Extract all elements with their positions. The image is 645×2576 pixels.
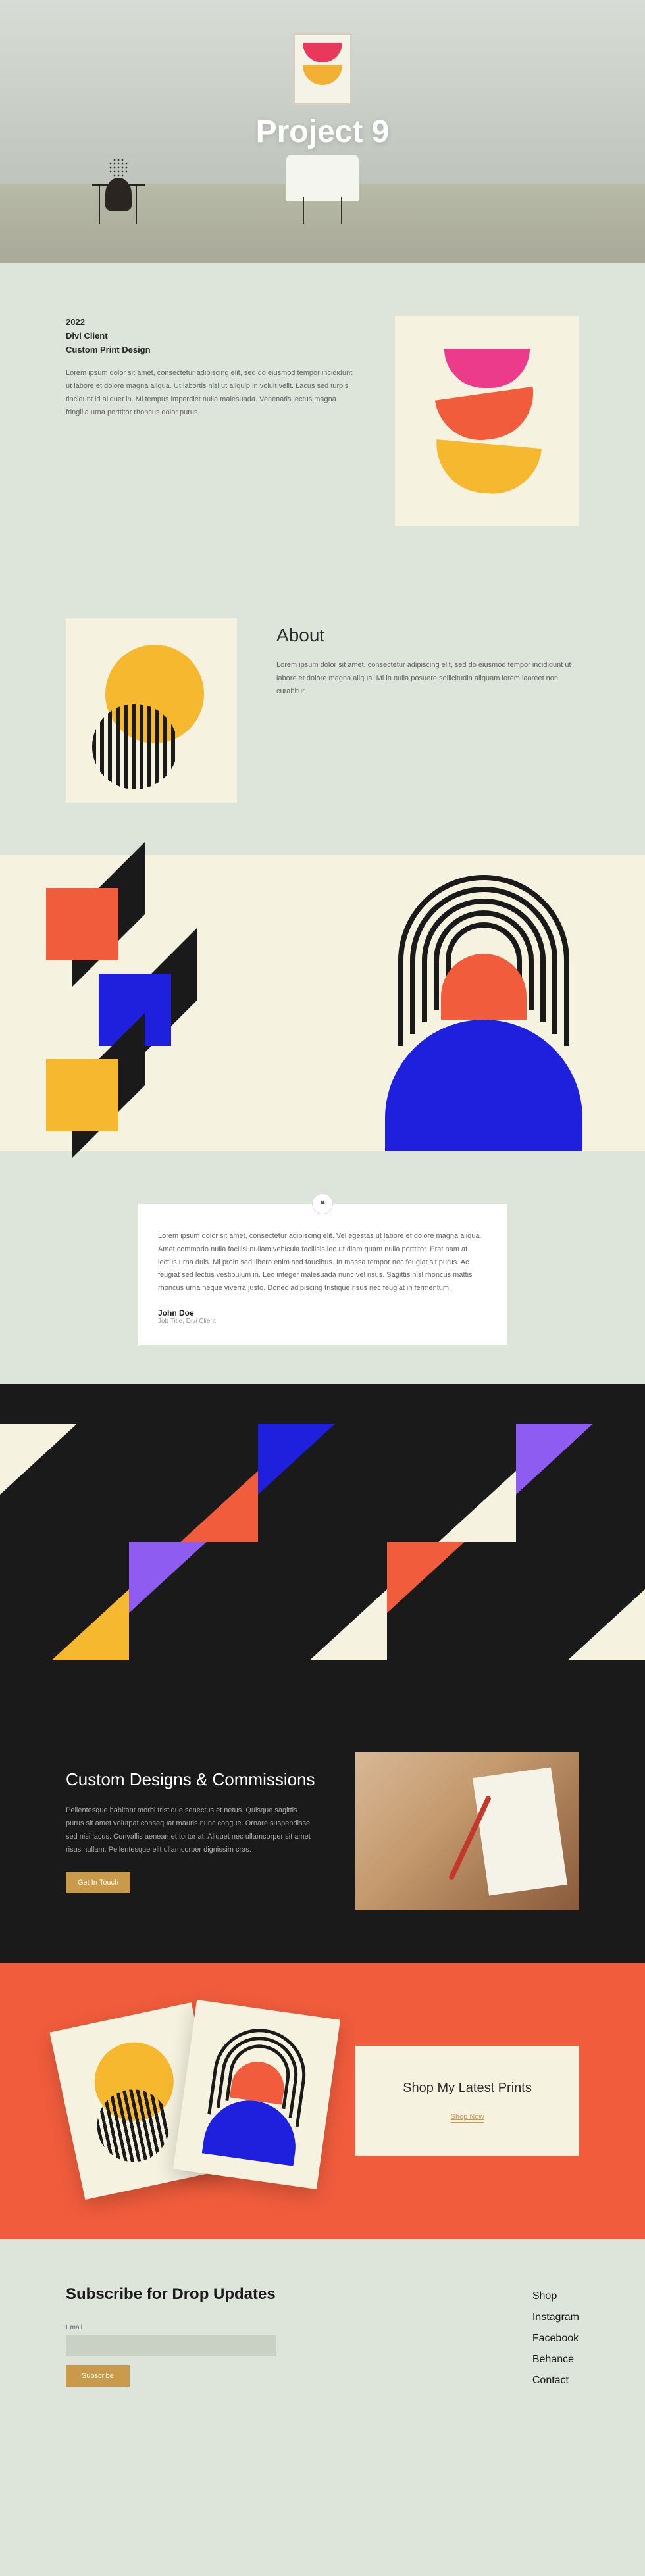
quote-icon: ❝ (312, 1193, 333, 1214)
room-wall-frame (293, 33, 352, 105)
testimonial-body: Lorem ipsum dolor sit amet, consectetur … (158, 1230, 487, 1295)
bowl-shape-yellow (432, 440, 542, 498)
commissions-text: Custom Designs & Commissions Pellentesqu… (66, 1769, 316, 1893)
about-artwork (66, 618, 237, 803)
commissions-body: Pellentesque habitant morbi tristique se… (66, 1804, 316, 1856)
testimonial-author: John Doe (158, 1308, 487, 1318)
subscribe-button[interactable]: Subscribe (66, 2365, 130, 2387)
about-title: About (276, 625, 579, 646)
commissions-section: Custom Designs & Commissions Pellentesqu… (0, 1700, 645, 1963)
shop-now-button[interactable]: Shop Now (451, 2113, 484, 2123)
shop-prints-display (66, 2002, 322, 2200)
artwork-arches (322, 855, 645, 1151)
get-in-touch-button[interactable]: Get In Touch (66, 1872, 130, 1893)
circle-striped (92, 704, 178, 789)
intro-section: 2022 Divi Client Custom Print Design Lor… (0, 263, 645, 579)
footer-link-shop[interactable]: Shop (532, 2291, 579, 2302)
room-vase (105, 178, 132, 211)
page-title: Project 9 (256, 114, 390, 150)
footer-link-facebook[interactable]: Facebook (532, 2333, 579, 2344)
footer-link-contact[interactable]: Contact (532, 2375, 579, 2387)
shop-section: Shop My Latest Prints Shop Now (0, 1963, 645, 2239)
footer-link-behance[interactable]: Behance (532, 2354, 579, 2365)
about-section: About Lorem ipsum dolor sit amet, consec… (0, 579, 645, 855)
shop-title: Shop My Latest Prints (382, 2079, 553, 2097)
about-text-block: About Lorem ipsum dolor sit amet, consec… (276, 618, 579, 698)
footer-link-instagram[interactable]: Instagram (532, 2312, 579, 2323)
hero-section: Project 9 (0, 0, 645, 263)
intro-text-block: 2022 Divi Client Custom Print Design Lor… (66, 316, 355, 420)
about-body: Lorem ipsum dolor sit amet, consectetur … (276, 659, 579, 698)
bowl-shape-orange (435, 387, 539, 446)
shop-card: Shop My Latest Prints Shop Now (355, 2046, 579, 2156)
testimonial-section: ❝ Lorem ipsum dolor sit amet, consectetu… (0, 1151, 645, 1384)
bowl-shape-pink (444, 349, 530, 388)
artwork-cubes (0, 855, 322, 1151)
testimonial-card: ❝ Lorem ipsum dolor sit amet, consectetu… (138, 1204, 507, 1345)
pattern-section (0, 1384, 645, 1700)
commissions-title: Custom Designs & Commissions (66, 1769, 316, 1791)
pattern-grid (0, 1424, 645, 1660)
intro-year: 2022 (66, 316, 355, 330)
email-label: Email (66, 2324, 453, 2331)
footer-section: Subscribe for Drop Updates Email Subscri… (0, 2239, 645, 2433)
subscribe-title: Subscribe for Drop Updates (66, 2285, 453, 2304)
intro-client: Divi Client (66, 330, 355, 343)
email-field[interactable] (66, 2335, 276, 2356)
footer-links: Shop Instagram Facebook Behance Contact (532, 2285, 579, 2387)
subscribe-block: Subscribe for Drop Updates Email Subscri… (66, 2285, 453, 2387)
intro-service: Custom Print Design (66, 343, 355, 357)
intro-artwork (395, 316, 579, 526)
intro-meta: 2022 Divi Client Custom Print Design (66, 316, 355, 357)
intro-body: Lorem ipsum dolor sit amet, consectetur … (66, 367, 355, 419)
commissions-image (355, 1752, 579, 1910)
artwork-panel (0, 855, 645, 1151)
print-card-2 (173, 2000, 340, 2189)
testimonial-role: Job Title, Divi Client (158, 1318, 487, 1325)
